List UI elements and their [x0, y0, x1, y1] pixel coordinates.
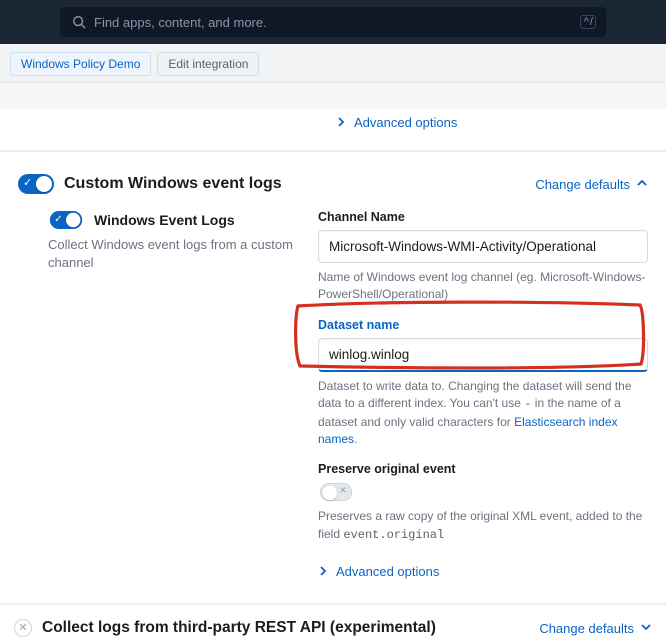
- chevron-up-icon: [636, 177, 648, 192]
- global-search[interactable]: Find apps, content, and more. ^ /: [60, 7, 606, 37]
- change-defaults-link[interactable]: Change defaults: [535, 177, 648, 192]
- dataset-help: Dataset to write data to. Changing the d…: [318, 378, 648, 449]
- change-defaults-label: Change defaults: [535, 177, 630, 192]
- search-shortcut: ^ /: [580, 15, 596, 29]
- breadcrumb-policy[interactable]: Windows Policy Demo: [10, 52, 151, 76]
- dataset-input[interactable]: [318, 338, 648, 372]
- advanced-options-link-upper[interactable]: Advanced options: [336, 115, 457, 130]
- rest-section-title: Collect logs from third-party REST API (…: [42, 619, 436, 637]
- field-dataset-name: Dataset name Dataset to write data to. C…: [318, 318, 648, 449]
- section-title: Custom Windows event logs: [64, 175, 282, 193]
- channel-input[interactable]: [318, 230, 648, 263]
- preserve-label: Preserve original event: [318, 462, 648, 476]
- channel-label: Channel Name: [318, 210, 648, 224]
- section-custom-event-logs: Custom Windows event logs Change default…: [0, 151, 666, 604]
- section-rest-api: ✕ Collect logs from third-party REST API…: [0, 604, 666, 639]
- chevron-right-icon: [318, 564, 328, 579]
- close-icon: ✕: [18, 623, 27, 634]
- channel-help: Name of Windows event log channel (eg. M…: [318, 269, 648, 304]
- advanced-options-label: Advanced options: [354, 115, 457, 130]
- toggle-windows-event-logs[interactable]: [50, 211, 82, 229]
- search-placeholder: Find apps, content, and more.: [94, 15, 267, 30]
- toggle-custom-event-logs[interactable]: [18, 174, 54, 194]
- field-channel-name: Channel Name Name of Windows event log c…: [318, 210, 648, 304]
- advanced-options-label: Advanced options: [336, 564, 439, 579]
- dataset-label: Dataset name: [318, 318, 648, 332]
- sub-title: Windows Event Logs: [94, 212, 235, 228]
- chevron-down-icon: [640, 621, 652, 636]
- toggle-preserve-original[interactable]: [320, 483, 352, 501]
- search-icon: [72, 15, 86, 29]
- left-column: Windows Event Logs Collect Windows event…: [18, 210, 294, 589]
- breadcrumb-current: Edit integration: [157, 52, 259, 76]
- toggle-rest-api-off[interactable]: ✕: [14, 619, 32, 637]
- field-preserve-original: Preserve original event Preserves a raw …: [318, 462, 648, 544]
- preserve-help: Preserves a raw copy of the original XML…: [318, 508, 648, 544]
- top-bar: Find apps, content, and more. ^ /: [0, 0, 666, 44]
- chevron-right-icon: [336, 115, 346, 130]
- change-defaults-link-rest[interactable]: Change defaults: [539, 621, 652, 636]
- advanced-options-link-lower[interactable]: Advanced options: [318, 564, 439, 579]
- breadcrumb: Windows Policy Demo Edit integration: [0, 44, 666, 83]
- change-defaults-label: Change defaults: [539, 621, 634, 636]
- right-column: Channel Name Name of Windows event log c…: [318, 210, 648, 589]
- sub-desc: Collect Windows event logs from a custom…: [48, 236, 294, 272]
